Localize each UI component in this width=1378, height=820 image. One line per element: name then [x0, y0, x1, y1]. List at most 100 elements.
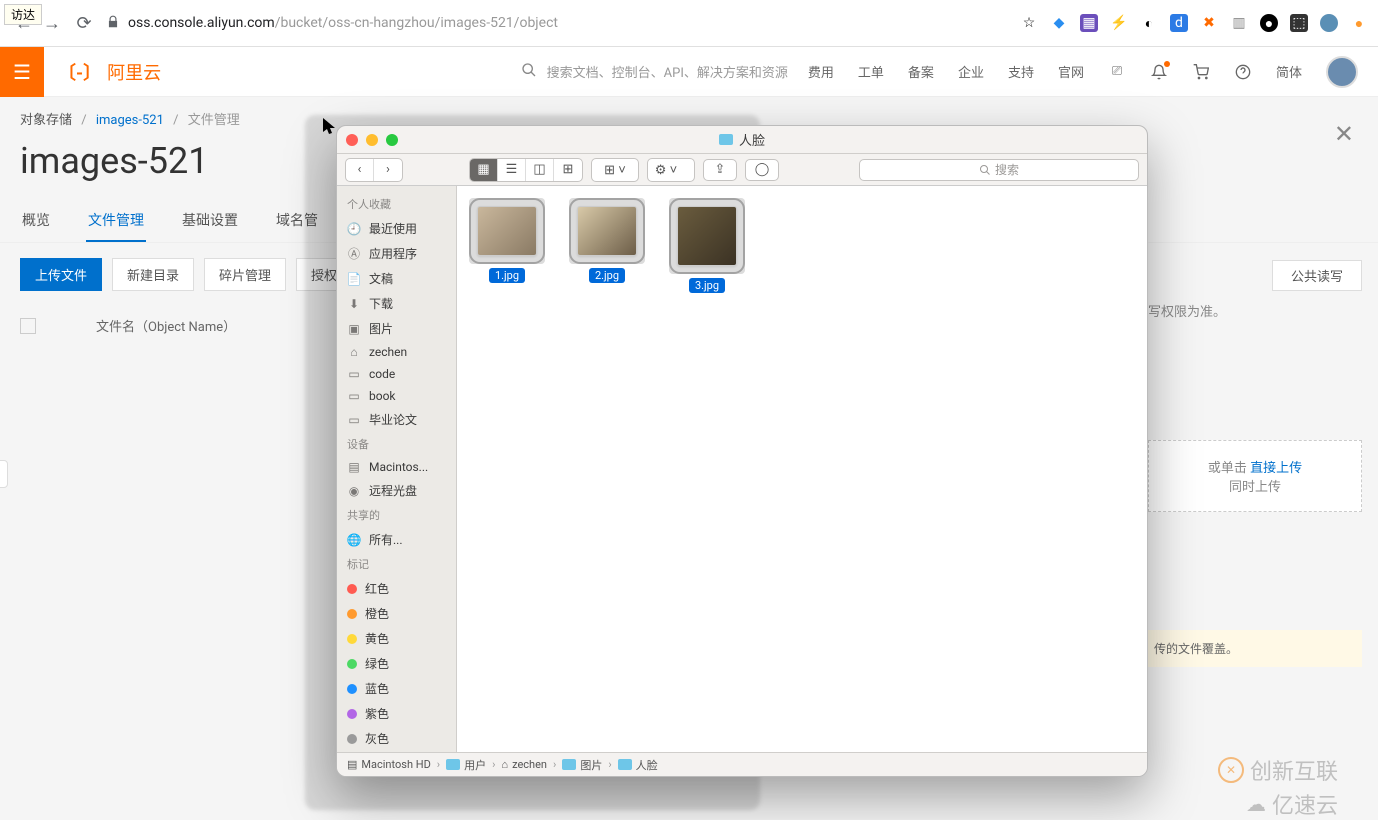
sidebar-item-documents[interactable]: 📄文稿	[337, 266, 456, 291]
window-minimize-button[interactable]	[366, 134, 378, 146]
language-toggle[interactable]: 简体	[1276, 62, 1302, 81]
ext-icon-9[interactable]: ⬚	[1290, 14, 1308, 32]
sidebar-tag-red[interactable]: 红色	[337, 576, 456, 601]
share-button[interactable]: ⇪	[703, 159, 737, 181]
acl-button[interactable]: 公共读写	[1272, 260, 1362, 291]
ext-icon-3[interactable]: ⚡	[1110, 14, 1128, 32]
file-item-2jpg[interactable]: 2.jpg	[567, 198, 647, 293]
finder-path-bar: ▤ Macintosh HD› 用户› ⌂ zechen› 图片› 人脸	[337, 752, 1147, 776]
url-bar[interactable]: oss.console.aliyun.com/bucket/oss-cn-han…	[128, 15, 558, 31]
nav-enterprise[interactable]: 企业	[958, 62, 984, 81]
nav-support[interactable]: 支持	[1008, 62, 1034, 81]
top-nav-links: 费用 工单 备案 企业 支持 官网 ⎚ 简体	[808, 56, 1378, 88]
nav-official[interactable]: 官网	[1058, 62, 1084, 81]
window-maximize-button[interactable]	[386, 134, 398, 146]
path-seg-3[interactable]: 图片	[562, 757, 602, 773]
upload-file-button[interactable]: 上传文件	[20, 258, 102, 291]
acl-note: 写权限为准。	[1148, 301, 1362, 320]
nav-ticket[interactable]: 工单	[858, 62, 884, 81]
ext-icon-6[interactable]: ✖	[1200, 14, 1218, 32]
path-seg-0[interactable]: ▤ Macintosh HD	[347, 758, 431, 771]
action-dropdown[interactable]: ⚙ ˅	[648, 159, 684, 181]
folder-icon: ▭	[347, 367, 361, 381]
reload-button[interactable]: ⟳	[72, 11, 96, 35]
finder-toolbar: ‹ › ▦ ☰ ◫ ⊞ ⊞ ˅ ⚙ ˅ ⇪ ◯ 搜索	[337, 154, 1147, 186]
forward-button[interactable]: →	[40, 11, 64, 35]
select-all-checkbox[interactable]	[20, 318, 36, 334]
file-item-3jpg[interactable]: 3.jpg	[667, 198, 747, 293]
path-seg-4[interactable]: 人脸	[618, 757, 658, 773]
new-folder-button[interactable]: 新建目录	[112, 258, 194, 291]
sidebar-item-recent[interactable]: 🕘最近使用	[337, 216, 456, 241]
sidebar-header-favorites: 个人收藏	[337, 192, 456, 216]
window-close-button[interactable]	[346, 134, 358, 146]
sidebar-tag-blue[interactable]: 蓝色	[337, 676, 456, 701]
notification-icon[interactable]	[1150, 63, 1168, 81]
sidebar-item-zechen[interactable]: ⌂zechen	[337, 341, 456, 363]
ext-icon-5[interactable]: d	[1170, 14, 1188, 32]
nav-cost[interactable]: 费用	[808, 62, 834, 81]
close-modal-button[interactable]: ✕	[1334, 120, 1354, 148]
sidebar-item-downloads[interactable]: ⬇下载	[337, 291, 456, 316]
file-label: 3.jpg	[689, 278, 725, 293]
file-item-1jpg[interactable]: 1.jpg	[467, 198, 547, 293]
ext-icon-4[interactable]: ◐	[1140, 14, 1158, 32]
sidebar-item-book[interactable]: ▭book	[337, 385, 456, 407]
sidebar-tag-gray[interactable]: 灰色	[337, 726, 456, 751]
view-gallery-button[interactable]: ⊞	[554, 159, 582, 181]
sidebar-header-devices: 设备	[337, 432, 456, 456]
arrange-dropdown[interactable]: ⊞ ˅	[592, 159, 638, 181]
ext-icon-1[interactable]: ◆	[1050, 14, 1068, 32]
breadcrumb-bucket[interactable]: images-521	[96, 113, 164, 128]
view-icon-button[interactable]: ▦	[470, 159, 498, 181]
tab-file-management[interactable]: 文件管理	[86, 200, 146, 242]
direct-upload-link[interactable]: 直接上传	[1250, 461, 1302, 476]
sidebar-item-thesis[interactable]: ▭毕业论文	[337, 407, 456, 432]
sidebar-item-macintosh[interactable]: ▤Macintos...	[337, 456, 456, 478]
view-list-button[interactable]: ☰	[498, 159, 526, 181]
sidebar-item-code[interactable]: ▭code	[337, 363, 456, 385]
home-icon: ⌂	[347, 345, 361, 359]
fragment-mgmt-button[interactable]: 碎片管理	[204, 258, 286, 291]
sidebar-tag-orange[interactable]: 橙色	[337, 601, 456, 626]
tab-overview[interactable]: 概览	[20, 200, 52, 242]
menu-button[interactable]: ☰	[0, 47, 44, 97]
star-icon[interactable]: ☆	[1020, 14, 1038, 32]
tags-button[interactable]: ◯	[745, 159, 779, 181]
file-thumbnail	[577, 206, 637, 256]
tag-dot-icon	[347, 709, 357, 719]
finder-file-grid[interactable]: 1.jpg 2.jpg 3.jpg	[457, 186, 1147, 752]
path-seg-1[interactable]: 用户	[446, 757, 486, 773]
aliyun-logo[interactable]: 〔-〕阿里云	[58, 59, 161, 85]
path-seg-2[interactable]: ⌂ zechen	[501, 758, 547, 771]
nav-beian[interactable]: 备案	[908, 62, 934, 81]
cart-icon[interactable]	[1192, 63, 1210, 81]
tab-basic-settings[interactable]: 基础设置	[180, 200, 240, 242]
breadcrumb-root[interactable]: 对象存储	[20, 113, 72, 128]
ext-icon-8[interactable]: ●	[1260, 14, 1278, 32]
sidebar-tag-purple[interactable]: 紫色	[337, 701, 456, 726]
sidebar-item-applications[interactable]: Ⓐ应用程序	[337, 241, 456, 266]
finder-back-button[interactable]: ‹	[346, 159, 374, 181]
ext-icon-7[interactable]: ▥	[1230, 14, 1248, 32]
finder-titlebar[interactable]: 人脸	[337, 126, 1147, 154]
user-avatar[interactable]	[1326, 56, 1358, 88]
ext-icon-10[interactable]: ●	[1350, 14, 1368, 32]
watermark-2: ☁亿速云	[1246, 788, 1338, 820]
sidebar-item-pictures[interactable]: ▣图片	[337, 316, 456, 341]
finder-forward-button[interactable]: ›	[374, 159, 402, 181]
finder-search-input[interactable]: 搜索	[859, 159, 1139, 181]
help-icon[interactable]	[1234, 63, 1252, 81]
global-search[interactable]: 搜索文档、控制台、API、解决方案和资源	[521, 62, 788, 82]
profile-icon[interactable]	[1320, 14, 1338, 32]
sidebar-tag-green[interactable]: 绿色	[337, 651, 456, 676]
sidebar-item-remote-disc[interactable]: ◉远程光盘	[337, 478, 456, 503]
tag-dot-icon	[347, 684, 357, 694]
sidebar-item-all-shared[interactable]: 🌐所有...	[337, 527, 456, 552]
view-column-button[interactable]: ◫	[526, 159, 554, 181]
terminal-icon[interactable]: ⎚	[1108, 63, 1126, 81]
download-icon: ⬇	[347, 297, 361, 311]
sidebar-tag-yellow[interactable]: 黄色	[337, 626, 456, 651]
left-edge-drawer[interactable]	[0, 460, 8, 488]
ext-icon-2[interactable]: ▦	[1080, 14, 1098, 32]
